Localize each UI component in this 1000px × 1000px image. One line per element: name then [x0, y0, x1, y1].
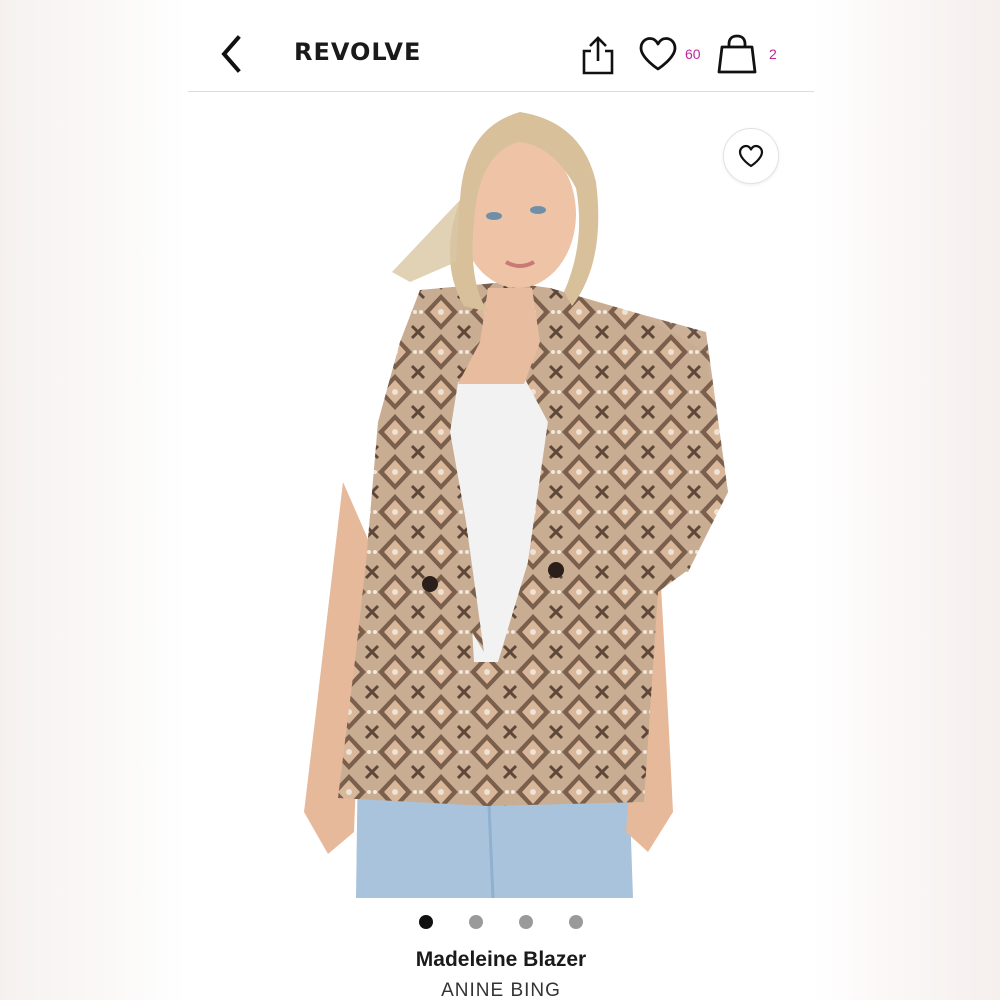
- bag-count-badge: 2: [769, 46, 777, 62]
- chevron-left-icon: [221, 35, 241, 73]
- product-brand[interactable]: ANINE BING: [188, 980, 814, 1000]
- heart-icon: [639, 37, 677, 71]
- wishlist-count-badge: 60: [685, 46, 701, 62]
- wishlist-button[interactable]: [638, 36, 678, 72]
- share-button[interactable]: [580, 34, 616, 76]
- carousel-dot-3[interactable]: [519, 915, 533, 929]
- shopping-bag-button[interactable]: [716, 33, 758, 75]
- carousel-dot-2[interactable]: [469, 915, 483, 929]
- product-title: Madeleine Blazer: [415, 948, 587, 971]
- carousel-dot-1[interactable]: [419, 915, 433, 929]
- share-icon: [582, 36, 614, 75]
- product-image[interactable]: [188, 92, 814, 898]
- product-photo: [188, 92, 814, 898]
- back-button[interactable]: [212, 30, 252, 78]
- image-carousel-indicator: [188, 912, 814, 932]
- top-navigation-bar: REVOLVE 60 2: [188, 0, 814, 92]
- app-screen: REVOLVE 60 2 Madeleine Blazer ANINE BING: [188, 0, 814, 1000]
- brand-logo[interactable]: REVOLVE: [294, 38, 421, 66]
- carousel-dot-4[interactable]: [569, 915, 583, 929]
- favorite-button[interactable]: [723, 128, 779, 184]
- heart-icon: [738, 144, 764, 168]
- shopping-bag-icon: [717, 34, 757, 74]
